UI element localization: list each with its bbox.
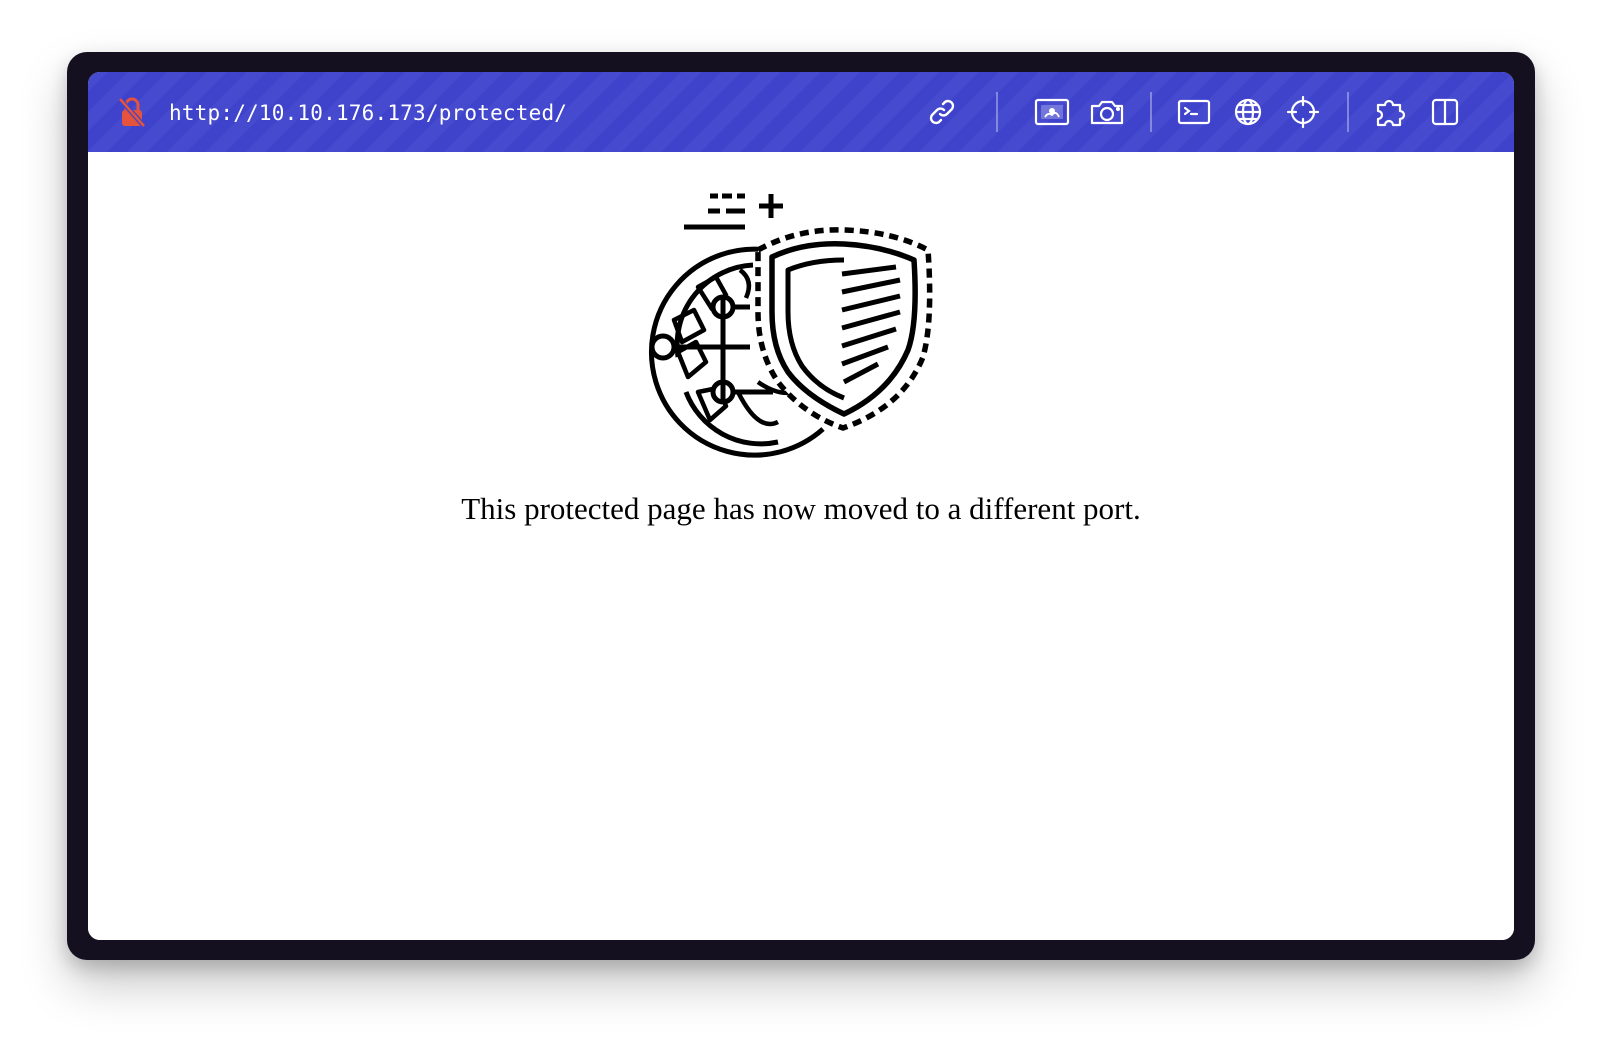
browser-toolbar: http://10.10.176.173/protected/ <box>88 72 1514 152</box>
extension-icon[interactable] <box>1371 92 1411 132</box>
browser-frame: http://10.10.176.173/protected/ This pro… <box>67 52 1535 960</box>
page-content: This protected page has now moved to a d… <box>88 152 1514 940</box>
insecure-lock-icon[interactable] <box>117 96 147 128</box>
globe-shield-icon <box>638 192 958 472</box>
image-capture-icon[interactable] <box>1032 92 1072 132</box>
toolbar-divider <box>1150 92 1152 132</box>
camera-icon[interactable] <box>1087 92 1127 132</box>
browser-window: http://10.10.176.173/protected/ This pro… <box>88 72 1514 940</box>
address-bar-url[interactable]: http://10.10.176.173/protected/ <box>169 98 567 128</box>
toolbar-divider <box>1347 92 1349 132</box>
link-icon[interactable] <box>922 92 962 132</box>
sidebar-icon[interactable] <box>1425 92 1465 132</box>
globe-icon[interactable] <box>1228 92 1268 132</box>
toolbar-divider <box>996 92 998 132</box>
page-message: This protected page has now moved to a d… <box>461 491 1141 526</box>
crosshair-icon[interactable] <box>1283 92 1323 132</box>
terminal-icon[interactable] <box>1174 92 1214 132</box>
